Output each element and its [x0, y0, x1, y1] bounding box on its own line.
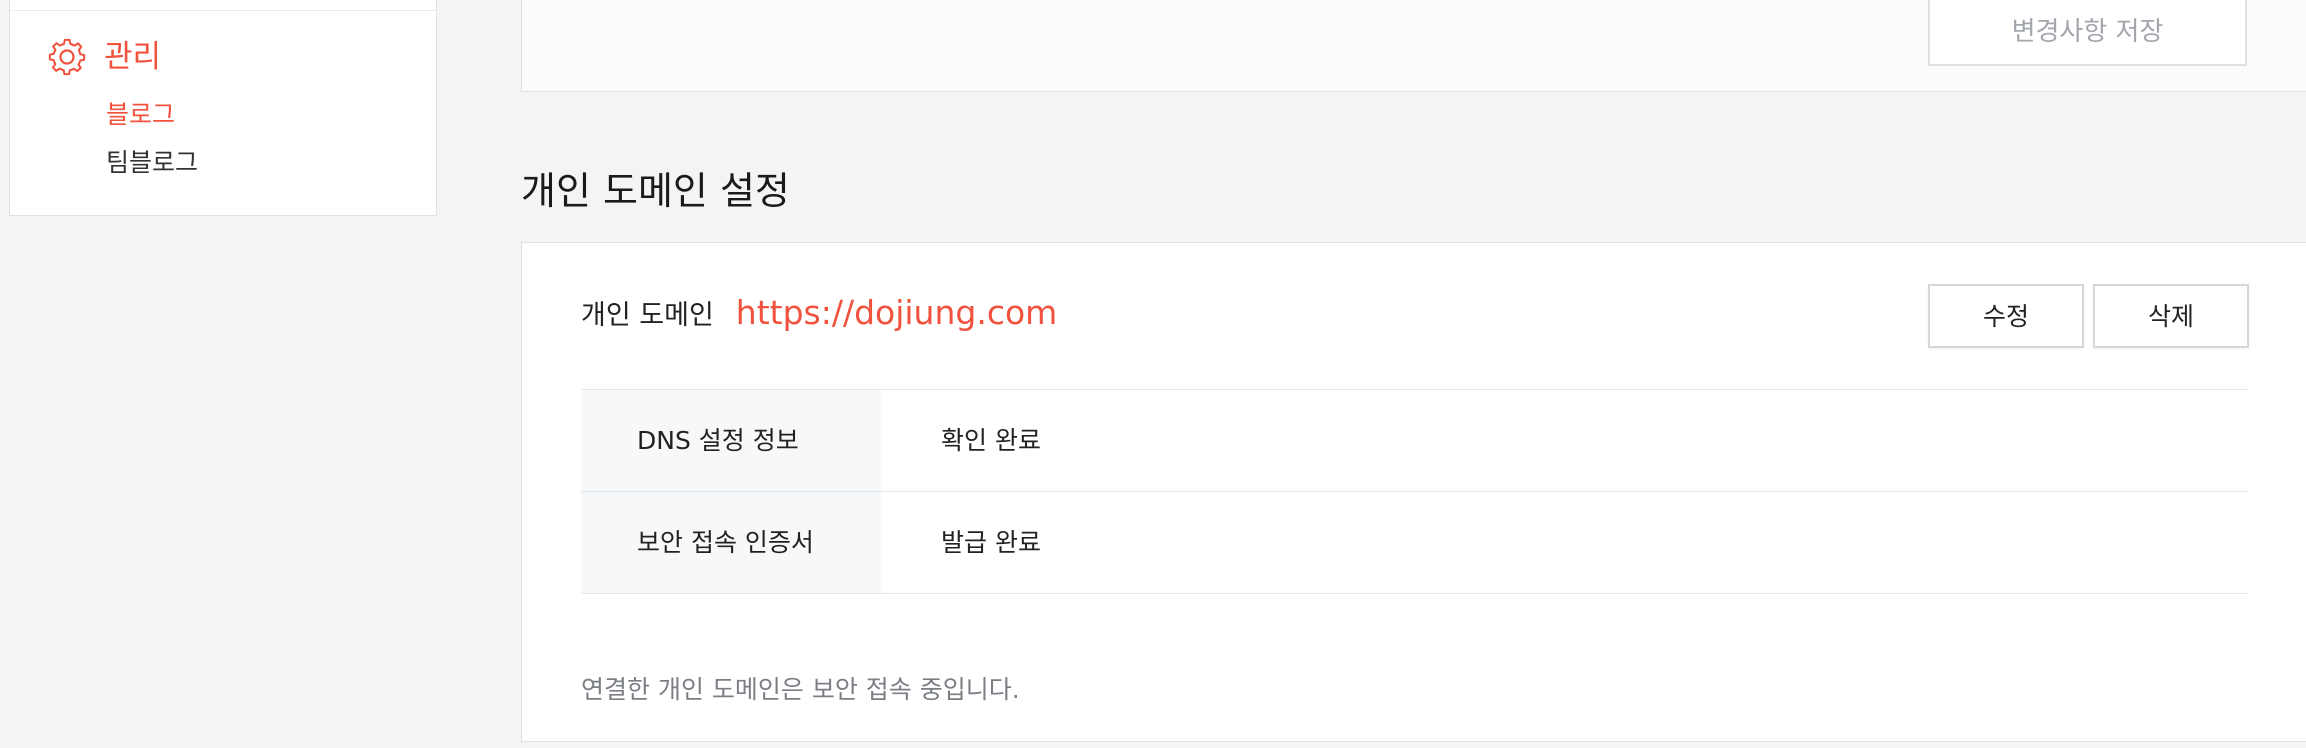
save-changes-button[interactable]: 변경사항 저장	[1928, 0, 2247, 66]
sidebar-item-blog[interactable]: 블로그	[106, 99, 175, 131]
sidebar-divider	[10, 10, 436, 11]
edit-button[interactable]: 수정	[1928, 284, 2084, 348]
domain-row: 개인 도메인 https://dojiung.com	[581, 293, 1057, 332]
ssl-cert-value: 발급 완료	[941, 528, 1041, 557]
dns-info-key: DNS 설정 정보	[581, 390, 881, 491]
secure-status-note: 연결한 개인 도메인은 보안 접속 중입니다.	[581, 675, 1020, 704]
domain-label: 개인 도메인	[581, 300, 714, 331]
domain-settings-card: 개인 도메인 https://dojiung.com 수정 삭제 DNS 설정 …	[521, 242, 2306, 742]
domain-url-link[interactable]: https://dojiung.com	[736, 293, 1058, 332]
sidebar-item-teamblog[interactable]: 팀블로그	[106, 147, 198, 179]
sidebar-section-title: 관리	[104, 39, 162, 75]
sidebar: 관리 블로그 팀블로그	[9, 0, 437, 216]
domain-info-table: DNS 설정 정보 확인 완료 보안 접속 인증서 발급 완료	[581, 389, 2248, 594]
table-row: DNS 설정 정보 확인 완료	[581, 390, 2248, 492]
gear-icon	[48, 38, 86, 76]
ssl-cert-key: 보안 접속 인증서	[581, 492, 881, 593]
page-title: 개인 도메인 설정	[521, 169, 790, 213]
sidebar-section-manage[interactable]: 관리	[47, 37, 161, 77]
table-row: 보안 접속 인증서 발급 완료	[581, 492, 2248, 594]
dns-info-value: 확인 완료	[941, 426, 1041, 455]
delete-button[interactable]: 삭제	[2093, 284, 2249, 348]
